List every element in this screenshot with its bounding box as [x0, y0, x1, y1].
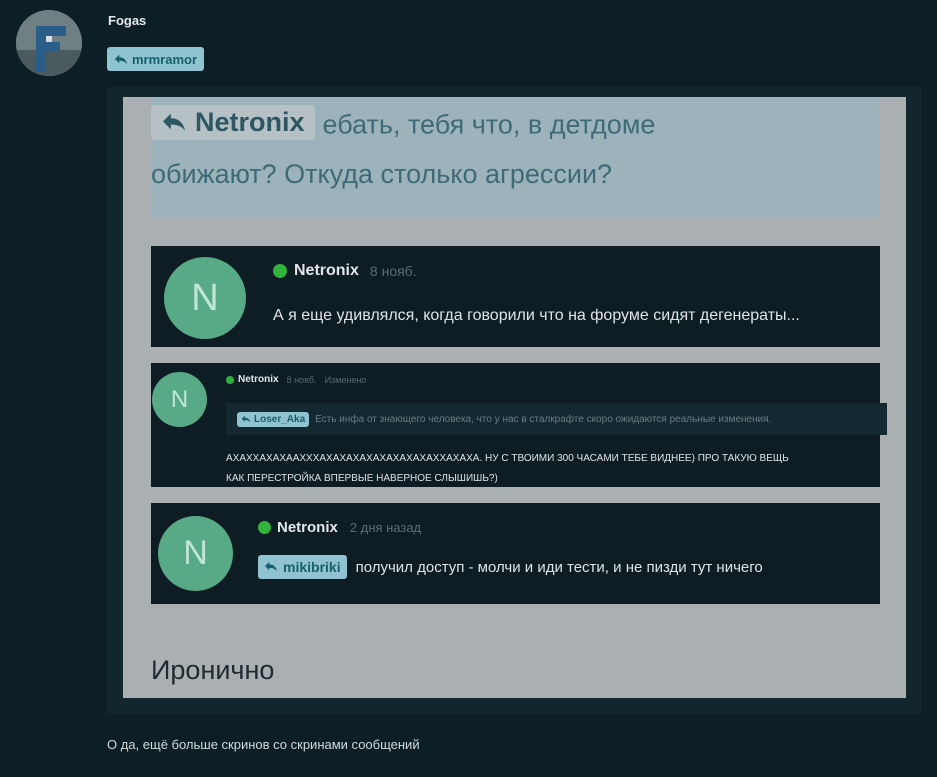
quote-text: Есть инфа от знающего человека, что у на… [315, 413, 772, 425]
quote-author: Loser_Aka [254, 413, 306, 425]
online-status-icon [258, 521, 271, 534]
comment-card-3: N Netronix 2 дня назад mikibriki получил… [151, 503, 880, 604]
nested-quote: Loser_Aka Есть инфа от знающего человека… [226, 403, 887, 435]
comment-text: получил доступ - молчи и иди тести, и не… [355, 558, 763, 576]
quote-text-2: обижают? Откуда столько агрессии? [151, 159, 613, 189]
post-body-text: О да, ещё больше скринов со скринами соо… [107, 737, 420, 752]
reply-arrow-icon [163, 113, 185, 131]
comment-meta: Netronix 2 дня назад [258, 519, 421, 536]
reply-arrow-icon [114, 54, 128, 65]
edited-label: Изменено [324, 374, 367, 385]
post-author-name[interactable]: Fogas [108, 13, 146, 28]
comment-body: mikibriki получил доступ - молчи и иди т… [258, 555, 763, 579]
comment-card-2: N Netronix 8 нояб. Изменено Loser_Aka Ес… [151, 363, 887, 487]
comment-text: А я еще удивлялся, когда говорили что на… [273, 307, 800, 324]
comment-meta: Netronix 8 нояб. Изменено [226, 374, 366, 385]
quote-author-chip: Loser_Aka [237, 411, 310, 427]
comment-time: 8 нояб. [286, 374, 317, 385]
quote-author-chip: Netronix [151, 105, 315, 140]
comment-avatar: N [164, 257, 246, 339]
comment-author: Netronix [277, 519, 338, 536]
comment-author: Netronix [238, 374, 279, 385]
comment-meta: Netronix 8 нояб. [273, 262, 417, 280]
comment-text-line-1: АХАХХАХАХААХХХАХАХАХАХАХАХАХАХАХХАХАХА. … [226, 453, 789, 464]
comment-time: 2 дня назад [349, 520, 422, 535]
quote-line-1: Netronix ебать, тебя что, в детдоме [151, 105, 655, 141]
comment-card-1: N Netronix 8 нояб. А я еще удивлялся, ко… [151, 246, 880, 347]
bottom-caption: Иронично [151, 655, 275, 685]
reply-arrow-icon [241, 415, 251, 423]
reply-to-username: mikibriki [283, 559, 341, 575]
comment-avatar: N [152, 372, 207, 427]
user-avatar[interactable] [16, 10, 82, 76]
online-status-icon [273, 264, 287, 278]
comment-time: 8 нояб. [369, 263, 417, 279]
quote-text-1: ебать, тебя что, в детдоме [322, 109, 656, 140]
reply-to-username: mrmramor [132, 51, 198, 67]
online-status-icon [226, 375, 234, 384]
reply-to-chip: mikibriki [258, 555, 347, 579]
comment-author: Netronix [294, 262, 359, 279]
attached-screenshot[interactable]: Netronix ебать, тебя что, в детдоме обиж… [123, 97, 906, 698]
comment-avatar: N [158, 516, 233, 591]
reply-to-tag[interactable]: mrmramor [107, 47, 205, 71]
comment-text-line-2: КАК ПЕРЕСТРОЙКА ВПЕРВЫЕ НАВЕРНОЕ СЛЫШИШЬ… [226, 473, 498, 484]
quote-author: Netronix [195, 107, 305, 137]
reply-arrow-icon [265, 561, 277, 572]
user-avatar-f-logo-icon [16, 10, 82, 76]
